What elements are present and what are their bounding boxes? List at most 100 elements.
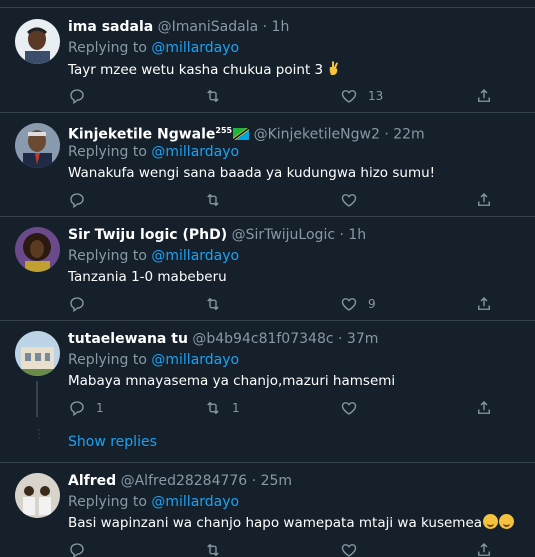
retweet-icon [207,297,219,311]
name-superscript: 255 [215,126,233,135]
replying-to-link[interactable]: @millardayo [151,494,239,510]
retweet-icon [207,89,219,103]
reply-button[interactable] [68,294,96,314]
tweet-text: Wanakufa wengi sana baada ya kudungwa hi… [68,165,436,181]
share-icon [478,543,490,556]
share-button[interactable] [475,294,493,314]
timestamp[interactable]: 37m [347,331,378,347]
like-button[interactable]: 9 [340,294,376,314]
reply-button[interactable] [68,540,86,557]
avatar[interactable] [15,473,60,518]
tweet-text: Basi wapinzani wa chanjo hapo wamepata m… [68,515,483,531]
share-button[interactable] [475,190,493,210]
replying-to: Replying to @millardayo [68,143,239,161]
retweet-button[interactable] [204,294,232,314]
rofl-emoji-icon [483,514,499,529]
retweet-icon [207,401,219,415]
replying-to: Replying to @millardayo [68,351,239,369]
replying-to-prefix: Replying to [68,144,152,160]
reply-icon [70,89,84,105]
retweet-button[interactable]: 1 [204,398,240,418]
tweet-actions: 1 1 [68,398,508,418]
separator-dot: · [338,331,343,347]
timestamp[interactable]: 22m [393,127,424,143]
like-button[interactable] [340,190,368,210]
retweet-icon [207,543,219,557]
tweet-actions [68,540,508,557]
retweet-button[interactable] [204,86,232,106]
display-name[interactable]: Alfred [68,473,116,489]
show-replies-link[interactable]: Show replies [68,434,157,450]
reply-button[interactable] [68,86,96,106]
heart-icon [341,90,357,103]
replying-to-prefix: Replying to [68,494,152,510]
reply-button[interactable] [68,190,96,210]
separator-dot: · [384,126,389,143]
display-name[interactable]: Sir Twiju logic (PhD) [68,227,227,243]
replying-to: Replying to @millardayo [68,247,239,265]
share-icon [478,89,490,102]
display-name[interactable]: Kinjeketile Ngwale [68,127,215,143]
user-handle[interactable]: @KinjeketileNgw2 [254,127,380,143]
tweet-actions: 13 [68,86,508,106]
timestamp[interactable]: 1h [348,227,366,243]
avatar[interactable] [15,331,60,376]
display-name[interactable]: tutaelewana tu [68,331,188,347]
user-handle[interactable]: @SirTwijuLogic [232,227,335,243]
heart-icon [341,402,357,415]
tweet-text: Tayr mzee wetu kasha chukua point 3 [68,62,324,78]
timestamp[interactable]: 1h [272,19,290,35]
crossed-fingers-icon [330,61,339,75]
display-name[interactable]: ima sadala [68,19,153,35]
like-button[interactable]: 13 [340,86,383,106]
replying-to-link[interactable]: @millardayo [151,144,239,160]
separator-dot: · [262,19,268,35]
timestamp[interactable]: 25m [261,473,292,489]
retweet-count: 1 [232,401,240,415]
reply-icon [70,193,84,209]
tweet-sir-twiju-logic[interactable]: Sir Twiju logic (PhD) @SirTwijuLogic · 1… [0,217,535,321]
reply-icon [70,543,84,557]
user-handle[interactable]: @ImaniSadala [158,19,259,35]
replying-to-prefix: Replying to [68,40,152,56]
replying-to-link[interactable]: @millardayo [151,248,239,264]
share-button[interactable] [475,540,493,557]
tweet-kinjeketile-ngwale[interactable]: Kinjeketile Ngwale255 @KinjeketileNgw2 ·… [0,113,535,217]
tweet-actions: 9 [68,294,508,314]
reply-count: 1 [96,401,104,415]
share-icon [478,401,490,414]
avatar[interactable] [15,19,60,64]
tweet-alfred[interactable]: Alfred @Alfred28284776 · 25m Replying to… [0,463,535,557]
avatar[interactable] [15,123,60,168]
rofl-emoji-icon [499,514,515,529]
retweet-button[interactable] [204,190,232,210]
previous-tweet-divider [0,0,535,8]
like-count: 13 [368,89,384,103]
heart-icon [341,298,357,311]
heart-icon [341,194,357,207]
tweet-ima-sadala[interactable]: ima sadala @ImaniSadala · 1h Replying to… [0,9,535,113]
tweet-tutaelewana-tu[interactable]: tutaelewana tu @b4b94c81f07348c · 37m Re… [0,321,535,463]
replying-to-link[interactable]: @millardayo [151,352,239,368]
share-button[interactable] [475,86,493,106]
reply-button[interactable]: 1 [68,398,104,418]
tweet-text: Mabaya mnayasema ya chanjo,mazuri hamsem… [68,373,396,389]
like-count: 9 [368,297,376,311]
user-handle[interactable]: @b4b94c81f07348c [192,331,333,347]
like-button[interactable] [340,398,368,418]
thread-line [36,381,38,417]
separator-dot: · [339,227,344,243]
share-button[interactable] [475,398,493,418]
tweet-actions [68,190,508,210]
retweet-button[interactable] [204,540,222,557]
tweet-text: Tanzania 1-0 mabeberu [68,269,227,285]
reply-icon [70,297,84,313]
user-handle[interactable]: @Alfred28284776 [121,473,248,489]
reply-icon [70,401,84,417]
avatar[interactable] [15,227,60,272]
replying-to-link[interactable]: @millardayo [151,40,239,56]
heart-icon [341,544,357,557]
replying-to: Replying to @millardayo [68,39,239,57]
thread-ellipsis: ⋮ [33,427,45,441]
like-button[interactable] [340,540,358,557]
